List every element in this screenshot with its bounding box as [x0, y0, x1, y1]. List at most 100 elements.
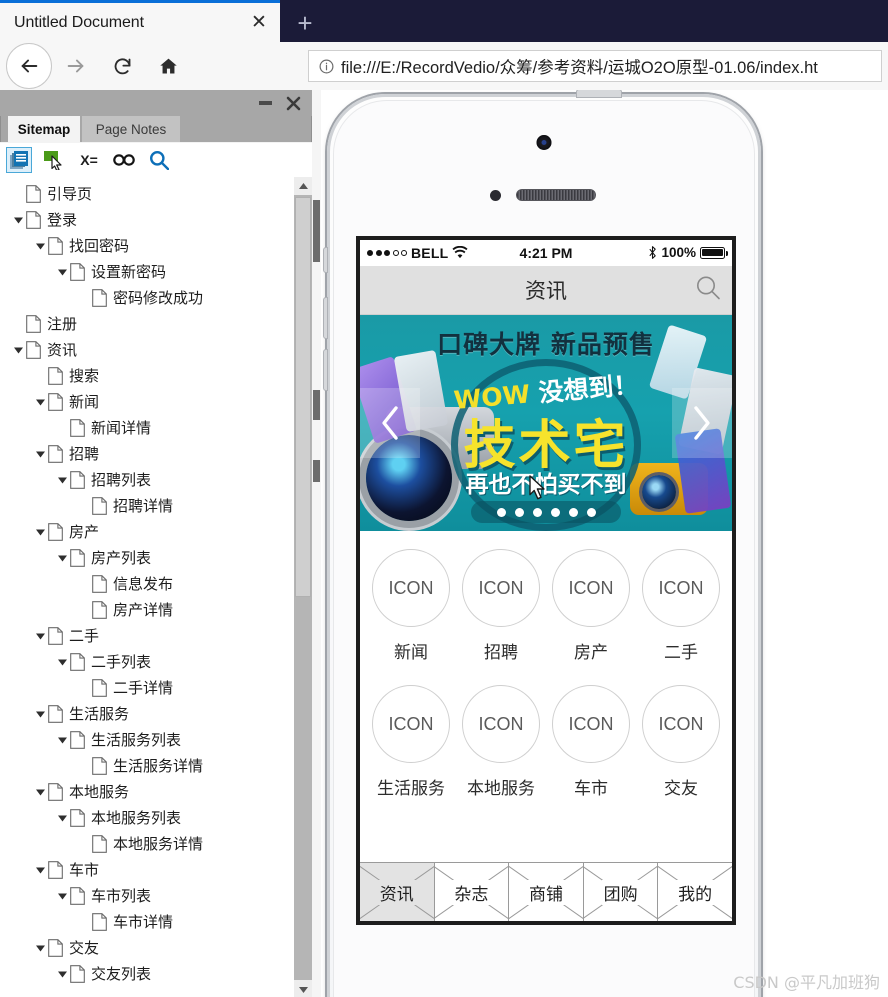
category-item-localservice[interactable]: ICON 本地服务 [456, 685, 546, 799]
close-icon[interactable]: ✕ [246, 10, 272, 36]
cursor-icon[interactable] [41, 147, 67, 173]
category-item-secondhand[interactable]: ICON 二手 [636, 549, 726, 663]
chevron-down-icon[interactable] [10, 212, 26, 228]
reload-button[interactable] [100, 44, 144, 88]
category-item-jobs[interactable]: ICON 招聘 [456, 549, 546, 663]
chevron-down-icon[interactable] [54, 550, 70, 566]
address-bar[interactable]: file:///E:/RecordVedio/众筹/参考资料/运城O2O原型-0… [308, 50, 882, 82]
chevron-down-icon[interactable] [54, 810, 70, 826]
chevron-down-icon[interactable] [32, 940, 48, 956]
chevron-down-icon[interactable] [32, 446, 48, 462]
tree-node[interactable]: 密码修改成功 [0, 285, 294, 311]
tree-node[interactable]: 车市 [0, 857, 294, 883]
chevron-down-icon[interactable] [54, 472, 70, 488]
close-icon[interactable] [282, 92, 304, 114]
tree-node-label: 交友列表 [91, 964, 152, 983]
tree-node[interactable]: 房产 [0, 519, 294, 545]
new-tab-button[interactable]: + [284, 3, 326, 42]
add-page-icon[interactable] [6, 147, 32, 173]
chevron-down-icon[interactable] [32, 524, 48, 540]
tree-node[interactable]: 车市详情 [0, 909, 294, 935]
scroll-up-icon[interactable] [294, 177, 312, 195]
tree-node[interactable]: 房产列表 [0, 545, 294, 571]
tree-node-label: 搜索 [69, 366, 100, 385]
tree-node[interactable]: 新闻 [0, 389, 294, 415]
carousel-next-button[interactable] [672, 388, 732, 458]
chevron-down-icon[interactable] [54, 888, 70, 904]
chevron-down-icon[interactable] [32, 862, 48, 878]
category-label: 本地服务 [467, 779, 535, 799]
tree-node[interactable]: 设置新密码 [0, 259, 294, 285]
tree-node[interactable]: 招聘详情 [0, 493, 294, 519]
tab-sitemap[interactable]: Sitemap [8, 116, 80, 142]
chevron-down-icon[interactable] [54, 654, 70, 670]
category-item-lifeservice[interactable]: ICON 生活服务 [366, 685, 456, 799]
category-item-dating[interactable]: ICON 交友 [636, 685, 726, 799]
tree-node[interactable]: 搜索 [0, 363, 294, 389]
link-icon[interactable] [111, 147, 137, 173]
minimize-icon[interactable] [254, 92, 276, 114]
tree-node[interactable]: 引导页 [0, 181, 294, 207]
back-button[interactable] [6, 43, 52, 89]
search-icon[interactable] [146, 147, 172, 173]
chevron-down-icon[interactable] [32, 784, 48, 800]
chevron-down-icon[interactable] [32, 706, 48, 722]
category-item-realestate[interactable]: ICON 房产 [546, 549, 636, 663]
tree-node[interactable]: 二手 [0, 623, 294, 649]
x-equals-icon[interactable]: X= [76, 147, 102, 173]
scrollbar-thumb[interactable] [295, 197, 311, 597]
tree-node[interactable]: 交友列表 [0, 961, 294, 987]
forward-button[interactable] [54, 44, 98, 88]
chevron-down-icon[interactable] [10, 342, 26, 358]
chevron-down-icon[interactable] [54, 966, 70, 982]
tab-groupbuy[interactable]: 团购 [583, 863, 659, 921]
tab-news[interactable]: 资讯 [360, 863, 435, 921]
home-button[interactable] [146, 44, 190, 88]
scroll-down-icon[interactable] [294, 980, 312, 997]
tab-magazine[interactable]: 杂志 [434, 863, 510, 921]
tree-node[interactable]: 生活服务详情 [0, 753, 294, 779]
front-camera-icon [536, 135, 552, 150]
tree-node[interactable]: 本地服务列表 [0, 805, 294, 831]
tree-node[interactable]: 本地服务 [0, 779, 294, 805]
tree-node[interactable]: 交友 [0, 935, 294, 961]
sitemap-scrollbar[interactable] [294, 177, 312, 997]
category-item-carmarket[interactable]: ICON 车市 [546, 685, 636, 799]
tree-node[interactable]: 招聘 [0, 441, 294, 467]
browser-tab[interactable]: Untitled Document ✕ [0, 3, 280, 42]
sitemap-tree[interactable]: 引导页登录 找回密码 设置新密码 密码修改成功 注册 资讯搜索新闻 新闻详情 招聘 招聘列表 招聘… [0, 177, 294, 997]
tab-page-notes[interactable]: Page Notes [82, 116, 180, 142]
tree-node-label: 交友 [69, 938, 100, 957]
tree-node[interactable]: 生活服务 [0, 701, 294, 727]
tree-node[interactable]: 新闻详情 [0, 415, 294, 441]
tree-node[interactable]: 车市列表 [0, 883, 294, 909]
chevron-down-icon[interactable] [32, 394, 48, 410]
chevron-down-icon[interactable] [54, 732, 70, 748]
tree-node[interactable]: 信息发布 [0, 571, 294, 597]
tree-node[interactable]: 二手详情 [0, 675, 294, 701]
tree-node[interactable]: 招聘列表 [0, 467, 294, 493]
carousel-prev-button[interactable] [360, 388, 420, 458]
tree-node[interactable]: 房产详情 [0, 597, 294, 623]
banner-carousel[interactable]: 口碑大牌 新品预售 WOW 没想到！ 技术宅 再也不怕买不到 [360, 315, 732, 531]
page-scrollbar-thumb[interactable] [313, 200, 320, 262]
tree-node[interactable]: 二手列表 [0, 649, 294, 675]
tree-node[interactable]: 找回密码 [0, 233, 294, 259]
category-item-news[interactable]: ICON 新闻 [366, 549, 456, 663]
carousel-dots[interactable] [471, 501, 621, 523]
browser-tab-title: Untitled Document [14, 13, 144, 31]
chevron-down-icon[interactable] [32, 238, 48, 254]
tree-node[interactable]: 资讯 [0, 337, 294, 363]
site-info-icon[interactable] [315, 55, 337, 77]
chevron-down-icon[interactable] [54, 264, 70, 280]
tree-node-label: 本地服务列表 [91, 808, 182, 827]
chevron-down-icon[interactable] [32, 628, 48, 644]
tree-node[interactable]: 登录 [0, 207, 294, 233]
tab-mine[interactable]: 我的 [658, 863, 732, 921]
tree-node[interactable]: 注册 [0, 311, 294, 337]
search-icon[interactable] [694, 274, 722, 307]
tree-node[interactable]: 本地服务详情 [0, 831, 294, 857]
tree-node[interactable]: 生活服务列表 [0, 727, 294, 753]
tab-shops[interactable]: 商铺 [509, 863, 584, 921]
tree-node-label: 引导页 [47, 184, 93, 203]
